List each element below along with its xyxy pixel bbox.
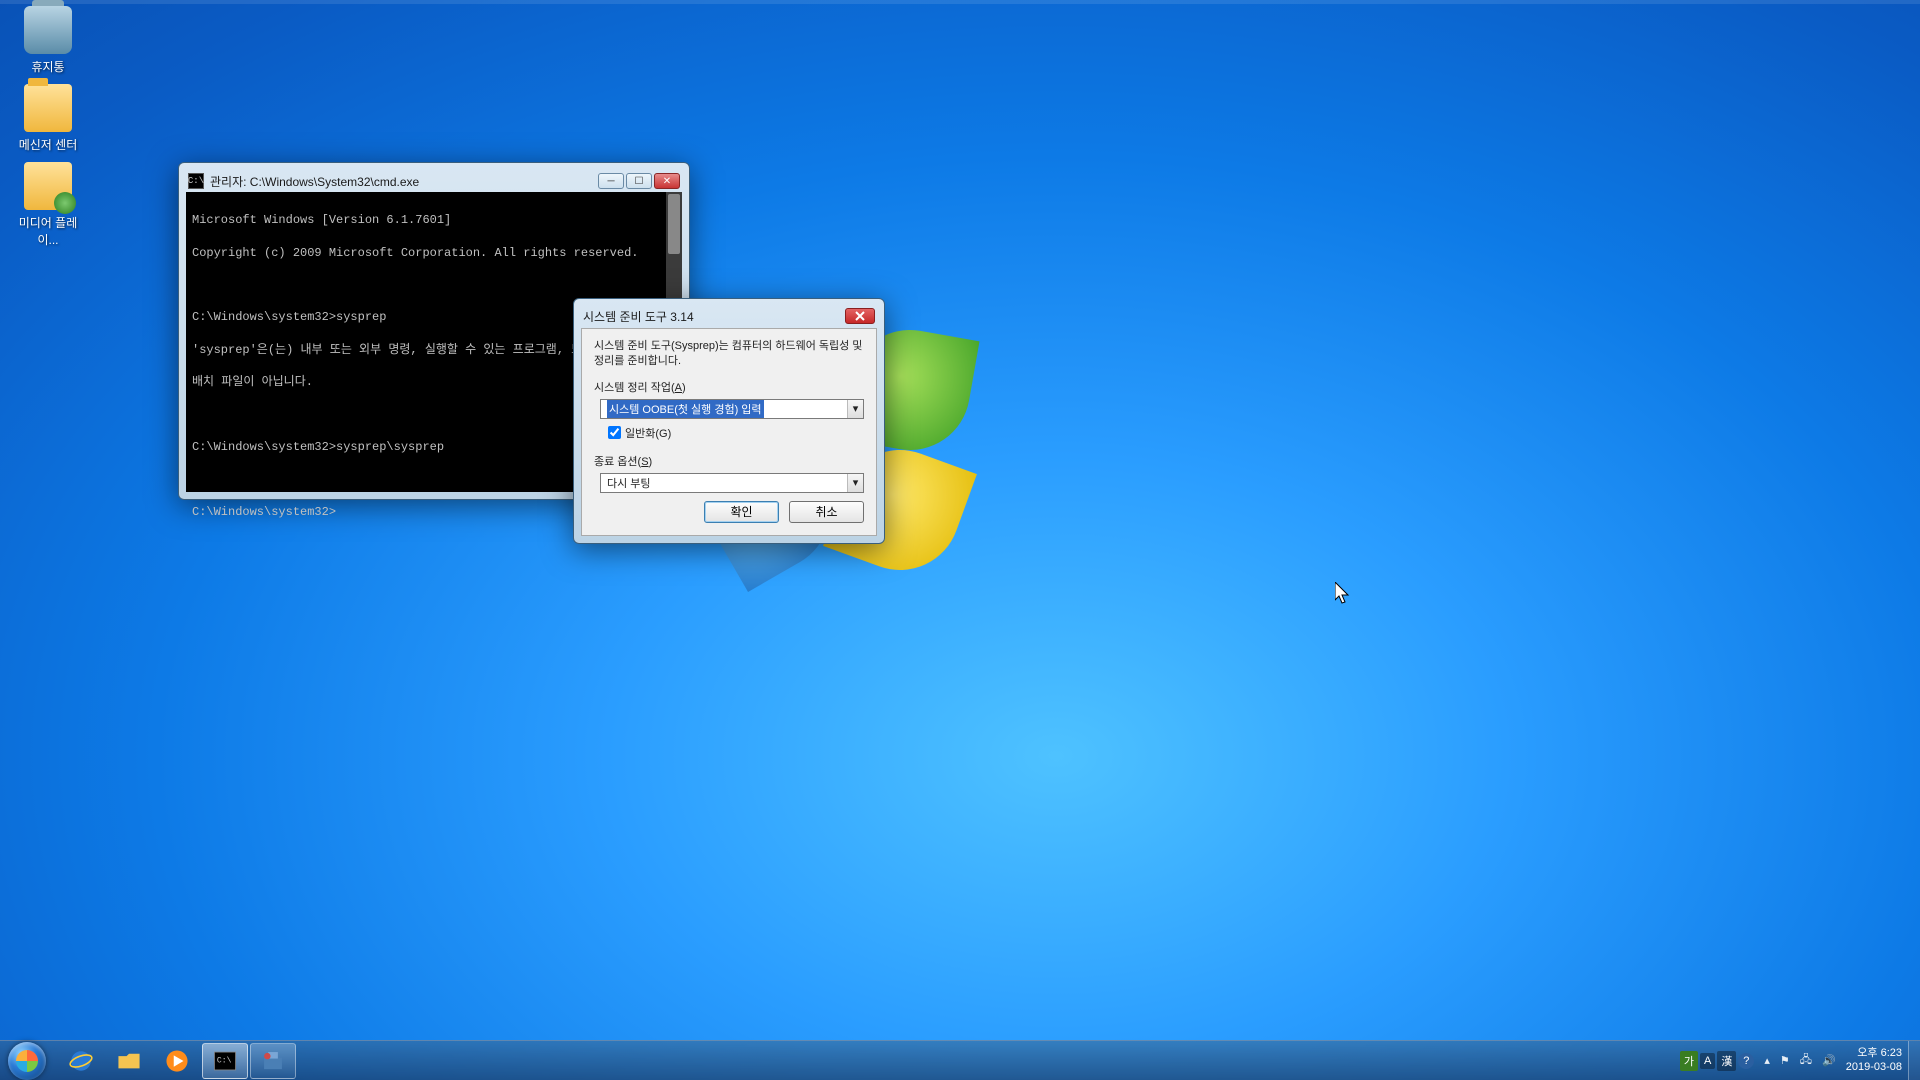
taskbar-item-explorer[interactable] [106, 1043, 152, 1079]
shutdown-option-combo[interactable]: 다시 부팅 ▾ [600, 473, 864, 493]
folder-icon [116, 1048, 142, 1074]
mouse-cursor-icon [1335, 582, 1351, 606]
cleanup-action-combo[interactable]: 시스템 OOBE(첫 실행 경험) 입력 ▾ [600, 399, 864, 419]
svg-text:C:\: C:\ [217, 1056, 232, 1065]
ie-icon [68, 1048, 94, 1074]
desktop-icon-recycle-bin[interactable]: 휴지통 [10, 6, 86, 75]
cmd-line: 'sysprep'은(는) 내부 또는 외부 명령, 실행할 수 있는 프로그램… [192, 343, 593, 357]
clock-date: 2019-03-08 [1846, 1061, 1902, 1074]
generalize-label: 일반화(G) [625, 425, 671, 441]
close-button[interactable]: ✕ [654, 173, 680, 189]
system-tray: 가 A 漢 ? ▴ ⚑ 🖧 🔊 오후 6:23 2019-03-08 [1680, 1041, 1920, 1080]
recycle-bin-icon [24, 6, 72, 54]
taskbar-item-sysprep[interactable] [250, 1043, 296, 1079]
window-sysprep[interactable]: 시스템 준비 도구 3.14 시스템 준비 도구(Sysprep)는 컴퓨터의 … [573, 298, 885, 544]
desktop-icon-messenger-center[interactable]: 메신저 센터 [10, 84, 86, 153]
shutdown-option-value: 다시 부팅 [607, 475, 651, 491]
maximize-button[interactable]: ☐ [626, 173, 652, 189]
sysprep-icon [260, 1048, 286, 1074]
ok-button[interactable]: 확인 [704, 501, 779, 523]
cmd-line: C:\Windows\system32>sysprep [192, 310, 386, 324]
tray-show-hidden-icon[interactable]: ▴ [1764, 1054, 1770, 1067]
ime-help-chip[interactable]: ? [1738, 1053, 1754, 1069]
generalize-checkbox-row[interactable]: 일반화(G) [608, 425, 864, 441]
sysprep-titlebar[interactable]: 시스템 준비 도구 3.14 [581, 306, 877, 326]
media-folder-icon [24, 162, 72, 210]
cleanup-action-label: 시스템 정리 작업(A) [594, 379, 864, 395]
minimize-button[interactable]: ─ [598, 173, 624, 189]
chevron-down-icon: ▾ [847, 400, 863, 418]
chevron-down-icon: ▾ [847, 474, 863, 492]
taskbar-item-cmd[interactable]: C:\ [202, 1043, 248, 1079]
sysprep-body: 시스템 준비 도구(Sysprep)는 컴퓨터의 하드웨어 독립성 및 정리를 … [581, 328, 877, 536]
sysprep-description: 시스템 준비 도구(Sysprep)는 컴퓨터의 하드웨어 독립성 및 정리를 … [594, 339, 864, 369]
desktop-icon-label: 휴지통 [10, 58, 86, 75]
input-mode-chip[interactable]: A [1700, 1053, 1715, 1069]
shutdown-option-label: 종료 옵션(S) [594, 453, 864, 469]
ime-mode-chip[interactable]: 가 [1680, 1051, 1698, 1071]
network-icon[interactable]: 🖧 [1800, 1051, 1812, 1070]
desktop-icon-media-player[interactable]: 미디어 플레이... [10, 162, 86, 248]
cmd-line: 배치 파일이 아닙니다. [192, 375, 313, 389]
taskbar-pinned-items: C:\ [54, 1041, 296, 1080]
cmd-title: 관리자: C:\Windows\System32\cmd.exe [210, 173, 598, 190]
cmd-line: Copyright (c) 2009 Microsoft Corporation… [192, 246, 638, 260]
cmd-titlebar[interactable]: C:\ 관리자: C:\Windows\System32\cmd.exe ─ ☐… [186, 170, 682, 192]
hanja-chip[interactable]: 漢 [1717, 1051, 1736, 1071]
cleanup-action-value: 시스템 OOBE(첫 실행 경험) 입력 [607, 400, 764, 418]
generalize-checkbox[interactable] [608, 426, 621, 439]
volume-icon[interactable]: 🔊 [1822, 1054, 1836, 1067]
taskbar-item-wmp[interactable] [154, 1043, 200, 1079]
close-button[interactable] [845, 308, 875, 324]
cmd-line: C:\Windows\system32>sysprep\sysprep [192, 440, 444, 454]
clock-time: 오후 6:23 [1846, 1047, 1902, 1060]
scrollbar-thumb[interactable] [668, 194, 680, 254]
folder-icon [24, 84, 72, 132]
taskbar[interactable]: C:\ 가 A 漢 ? ▴ ⚑ 🖧 🔊 오후 6:23 2019-03-08 [0, 1040, 1920, 1080]
taskbar-item-ie[interactable] [58, 1043, 104, 1079]
cancel-button[interactable]: 취소 [789, 501, 864, 523]
close-icon [855, 311, 865, 321]
cmd-line: C:\Windows\system32> [192, 505, 336, 519]
sysprep-title: 시스템 준비 도구 3.14 [583, 308, 845, 325]
show-desktop-button[interactable] [1908, 1041, 1920, 1080]
start-button[interactable] [0, 1041, 54, 1080]
cmd-icon: C:\ [212, 1048, 238, 1074]
media-player-icon [164, 1048, 190, 1074]
desktop-icon-label: 미디어 플레이... [10, 214, 86, 248]
cmd-line: Microsoft Windows [Version 6.1.7601] [192, 213, 451, 227]
windows-orb-icon [8, 1042, 46, 1080]
language-bar[interactable]: 가 A 漢 ? [1680, 1051, 1754, 1071]
cmd-icon: C:\ [188, 173, 204, 189]
action-center-icon[interactable]: ⚑ [1780, 1054, 1790, 1067]
taskbar-clock[interactable]: 오후 6:23 2019-03-08 [1846, 1047, 1902, 1073]
desktop-icon-label: 메신저 센터 [10, 136, 86, 153]
